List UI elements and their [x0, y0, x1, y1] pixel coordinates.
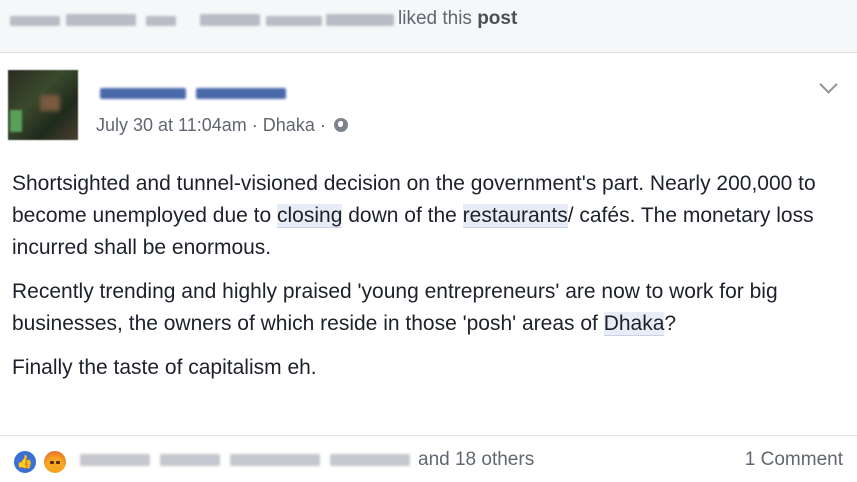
facebook-post-card: liked this post July 30 at 11:04am · Dha…	[0, 0, 857, 482]
blurred-reactor-names[interactable]	[80, 454, 150, 466]
blurred-reactor-names[interactable]	[330, 454, 410, 466]
angry-icon[interactable]	[42, 449, 68, 475]
comment-count-link[interactable]: 1 Comment	[745, 449, 843, 471]
post-paragraph: Finally the taste of capitalism eh.	[12, 356, 317, 379]
blurred-liker-names[interactable]	[266, 16, 322, 26]
blurred-liker-names[interactable]	[10, 16, 60, 26]
liked-notification-bar: liked this post	[0, 0, 857, 53]
meta-separator: ·	[319, 115, 326, 135]
hashtag-link-restaurants[interactable]: restaurants	[462, 204, 568, 228]
meta-separator: ·	[251, 115, 258, 135]
chevron-down-icon[interactable]	[819, 75, 838, 94]
blurred-reactor-names[interactable]	[160, 454, 220, 466]
hashtag-link-closing[interactable]: closing	[277, 204, 343, 228]
blurred-liker-names[interactable]	[66, 14, 136, 26]
post-body: Shortsighted and tunnel-visioned decisio…	[12, 168, 847, 396]
author-name-blurred[interactable]	[196, 88, 286, 99]
liked-this-post-text: liked this post	[398, 8, 517, 30]
author-name-blurred[interactable]	[100, 88, 186, 99]
post-location[interactable]: Dhaka	[263, 115, 315, 135]
post-paragraph: Shortsighted and tunnel-visioned decisio…	[12, 172, 816, 259]
post-meta: July 30 at 11:04am · Dhaka ·	[96, 115, 348, 136]
blurred-reactor-names[interactable]	[230, 454, 320, 466]
post-timestamp[interactable]: July 30 at 11:04am	[96, 115, 247, 135]
post-link[interactable]: post	[477, 8, 517, 29]
blurred-liker-names[interactable]	[326, 14, 394, 26]
blurred-liker-names[interactable]	[146, 16, 176, 26]
liked-this-label: liked this	[398, 8, 472, 29]
like-icon[interactable]: 👍	[12, 449, 38, 475]
place-link-dhaka[interactable]: Dhaka	[603, 312, 665, 336]
globe-icon[interactable]	[333, 118, 348, 132]
reactions-others-count[interactable]: and 18 others	[418, 449, 534, 471]
blurred-liker-names[interactable]	[200, 14, 260, 26]
post-paragraph: Recently trending and highly praised 'yo…	[12, 280, 778, 336]
post-footer: 👍 and 18 others 1 Comment	[0, 435, 857, 482]
